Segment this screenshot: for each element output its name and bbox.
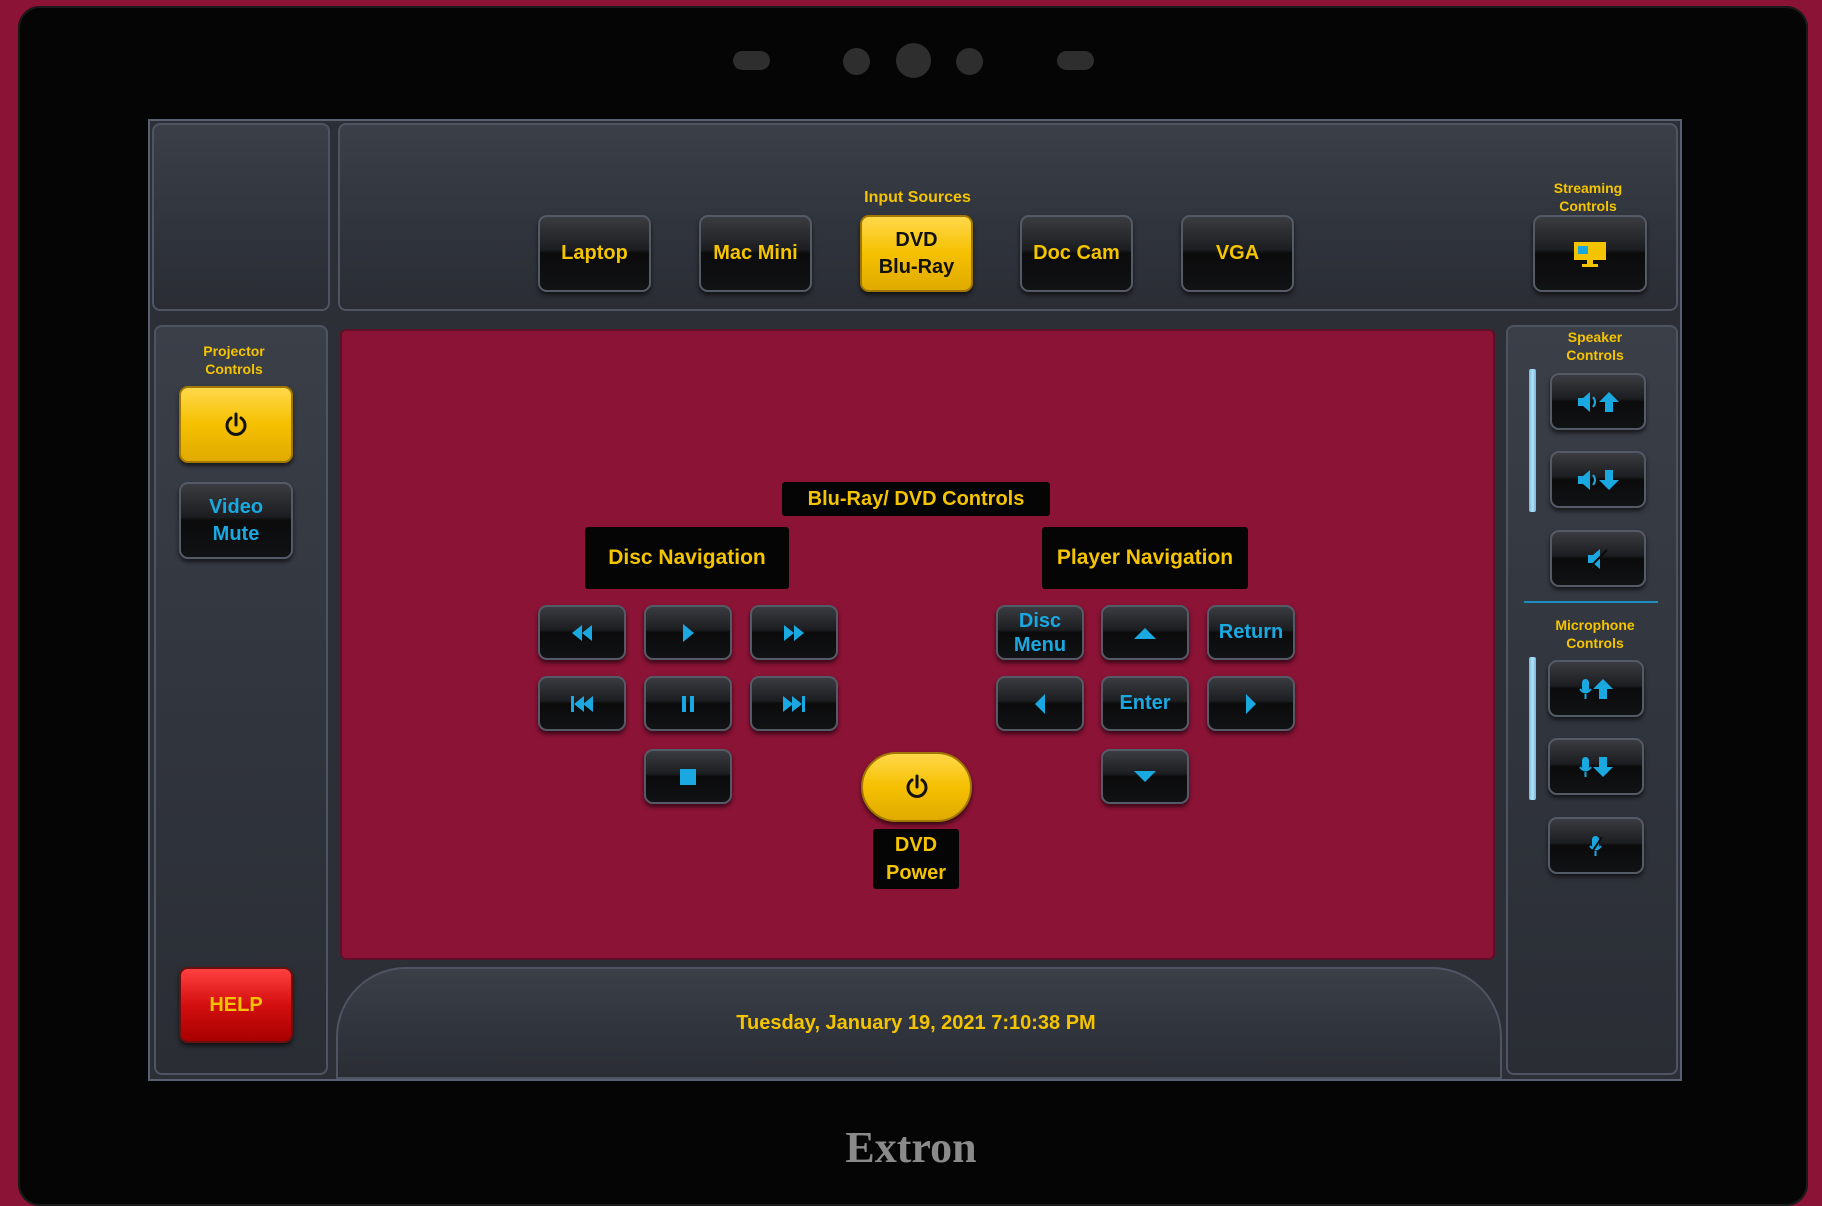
streaming-controls-title: Streaming Controls xyxy=(1553,180,1623,214)
power-icon xyxy=(225,412,247,436)
sensor-dot-1 xyxy=(843,48,870,75)
mic-mute-icon xyxy=(1589,835,1603,856)
pause-icon xyxy=(682,695,694,712)
fast-forward-button[interactable] xyxy=(750,605,838,660)
source-laptop-label: Laptop xyxy=(561,242,628,264)
speaker-mute-button[interactable] xyxy=(1550,530,1646,587)
camera xyxy=(896,43,931,78)
up-button[interactable] xyxy=(1101,605,1189,660)
mic-mute-button[interactable] xyxy=(1548,817,1644,874)
next-track-button[interactable] xyxy=(750,676,838,731)
source-doc-cam-label: Doc Cam xyxy=(1033,242,1120,264)
speaker-level-bar xyxy=(1529,369,1536,512)
volume-down-icon xyxy=(1578,469,1619,490)
previous-track-button[interactable] xyxy=(538,676,626,731)
dvd-controls-title: Blu-Ray/ DVD Controls xyxy=(782,482,1050,516)
fast-forward-icon xyxy=(784,624,804,641)
return-label: Return xyxy=(1218,621,1284,643)
arrow-down-icon xyxy=(1134,770,1156,782)
mute-icon xyxy=(1588,548,1608,569)
disc-menu-button[interactable]: Disc Menu xyxy=(996,605,1084,660)
source-vga-label: VGA xyxy=(1215,242,1260,264)
source-dvd-bluray-button[interactable]: DVD Blu-Ray xyxy=(860,215,973,292)
return-button[interactable]: Return xyxy=(1207,605,1295,660)
dvd-power-button[interactable] xyxy=(861,752,972,822)
stop-icon xyxy=(680,768,696,785)
streaming-button[interactable] xyxy=(1533,215,1647,292)
mic-down-button[interactable] xyxy=(1548,738,1644,795)
volume-up-icon xyxy=(1578,391,1619,412)
enter-label: Enter xyxy=(1119,692,1171,714)
player-navigation-title: Player Navigation xyxy=(1042,527,1248,589)
source-dvd-bluray-label: DVD Blu-Ray xyxy=(878,228,955,278)
arrow-left-icon xyxy=(1035,693,1045,714)
rewind-button[interactable] xyxy=(538,605,626,660)
mic-down-icon xyxy=(1579,756,1613,777)
mic-up-button[interactable] xyxy=(1548,660,1644,717)
source-mac-mini-label: Mac Mini xyxy=(713,242,798,264)
pause-button[interactable] xyxy=(644,676,732,731)
monitor-icon xyxy=(1574,241,1606,267)
arrow-up-icon xyxy=(1134,627,1156,639)
enter-button[interactable]: Enter xyxy=(1101,676,1189,731)
video-mute-button[interactable]: Video Mute xyxy=(179,482,293,559)
sensor-dot-2 xyxy=(956,48,983,75)
disc-menu-label: Disc Menu xyxy=(1013,609,1067,656)
volume-down-button[interactable] xyxy=(1550,451,1646,508)
volume-up-button[interactable] xyxy=(1550,373,1646,430)
play-button[interactable] xyxy=(644,605,732,660)
arrow-right-icon xyxy=(1246,693,1256,714)
projector-controls-title: Projector Controls xyxy=(203,343,265,377)
microphone-level-bar xyxy=(1529,657,1536,800)
top-left-panel xyxy=(152,123,330,311)
input-sources-title: Input Sources xyxy=(864,189,971,206)
video-mute-line1: Video xyxy=(208,495,264,518)
datetime-display: Tuesday, January 19, 2021 7:10:38 PM xyxy=(736,1012,1096,1034)
microphone-controls-title: Microphone Controls xyxy=(1555,617,1635,651)
source-vga-button[interactable]: VGA xyxy=(1181,215,1294,292)
sensor-left xyxy=(733,51,770,70)
down-button[interactable] xyxy=(1101,749,1189,804)
play-icon xyxy=(683,623,694,642)
mic-up-icon xyxy=(1579,678,1613,699)
previous-track-icon xyxy=(571,695,593,712)
sensor-right xyxy=(1057,51,1094,70)
source-laptop-button[interactable]: Laptop xyxy=(538,215,651,292)
stop-button[interactable] xyxy=(644,749,732,804)
help-button[interactable]: HELP xyxy=(179,967,293,1043)
rewind-icon xyxy=(572,624,592,641)
power-icon xyxy=(906,774,927,798)
video-mute-line2: Mute xyxy=(212,522,260,545)
panel-divider xyxy=(1524,601,1658,603)
speaker-controls-title: Speaker Controls xyxy=(1566,329,1624,363)
source-mac-mini-button[interactable]: Mac Mini xyxy=(699,215,812,292)
disc-navigation-title: Disc Navigation xyxy=(585,527,789,589)
help-label: HELP xyxy=(209,993,263,1016)
projector-power-button[interactable] xyxy=(179,386,293,463)
left-button[interactable] xyxy=(996,676,1084,731)
brand-logo: Extron xyxy=(845,1123,977,1172)
source-doc-cam-button[interactable]: Doc Cam xyxy=(1020,215,1133,292)
dvd-power-label: DVD Power xyxy=(873,829,959,889)
right-button[interactable] xyxy=(1207,676,1295,731)
next-track-icon xyxy=(783,695,805,712)
